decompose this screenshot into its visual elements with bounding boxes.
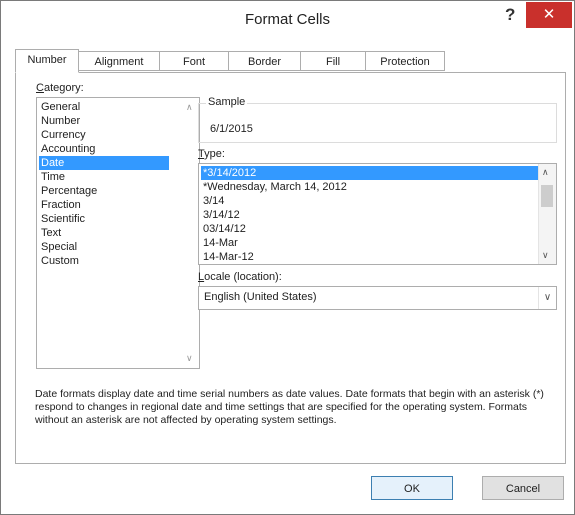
- cancel-button[interactable]: Cancel: [482, 476, 564, 500]
- close-icon: ✕: [542, 6, 556, 23]
- category-item-custom[interactable]: Custom: [39, 254, 169, 268]
- type-item[interactable]: *3/14/2012: [201, 166, 539, 180]
- category-item-scientific[interactable]: Scientific: [39, 212, 169, 226]
- tab-fill[interactable]: Fill: [300, 51, 366, 71]
- category-item-currency[interactable]: Currency: [39, 128, 169, 142]
- category-item-date[interactable]: Date: [39, 156, 169, 170]
- tab-alignment[interactable]: Alignment: [78, 51, 160, 71]
- chevron-down-icon[interactable]: ∨: [538, 287, 556, 309]
- category-item-general[interactable]: General: [39, 100, 169, 114]
- tab-number[interactable]: Number: [15, 49, 79, 73]
- category-item-text[interactable]: Text: [39, 226, 169, 240]
- locale-label: Locale (location):: [198, 271, 282, 283]
- number-tab-panel: Category: General Number Currency Accoun…: [15, 72, 566, 464]
- help-icon[interactable]: ?: [505, 5, 515, 25]
- locale-value: English (United States): [204, 291, 317, 303]
- tab-font[interactable]: Font: [159, 51, 229, 71]
- category-item-accounting[interactable]: Accounting: [39, 142, 169, 156]
- scroll-up-icon[interactable]: ∧: [542, 167, 549, 178]
- type-item[interactable]: 3/14: [201, 194, 539, 208]
- dialog-title: Format Cells: [244, 11, 330, 28]
- type-item[interactable]: 03/14/12: [201, 222, 539, 236]
- category-item-fraction[interactable]: Fraction: [39, 198, 169, 212]
- scroll-down-icon[interactable]: ∨: [186, 353, 193, 364]
- scroll-down-icon[interactable]: ∨: [542, 250, 549, 261]
- scroll-thumb[interactable]: [541, 185, 553, 207]
- locale-select[interactable]: English (United States) ∨: [198, 286, 557, 310]
- scroll-up-icon[interactable]: ∧: [186, 102, 193, 113]
- category-label: Category:: [36, 82, 84, 94]
- category-description: Date formats display date and time seria…: [35, 388, 544, 426]
- category-item-number[interactable]: Number: [39, 114, 169, 128]
- type-item[interactable]: 3/14/12: [201, 208, 539, 222]
- category-item-time[interactable]: Time: [39, 170, 169, 184]
- tab-protection[interactable]: Protection: [365, 51, 445, 71]
- close-button[interactable]: ✕: [526, 2, 572, 28]
- category-scrollbar[interactable]: ∧ ∨: [183, 98, 199, 368]
- type-label: Type:: [198, 148, 225, 160]
- title-bar: Format Cells ? ✕: [1, 1, 574, 39]
- category-item-special[interactable]: Special: [39, 240, 169, 254]
- format-cells-dialog: Format Cells ? ✕ Number Alignment Font B…: [0, 0, 575, 515]
- tab-border[interactable]: Border: [228, 51, 301, 71]
- ok-button[interactable]: OK: [371, 476, 453, 500]
- type-list[interactable]: *3/14/2012 *Wednesday, March 14, 2012 3/…: [198, 163, 557, 265]
- category-list[interactable]: General Number Currency Accounting Date …: [36, 97, 200, 369]
- type-item[interactable]: *Wednesday, March 14, 2012: [201, 180, 539, 194]
- category-item-percentage[interactable]: Percentage: [39, 184, 169, 198]
- type-item[interactable]: 14-Mar: [201, 236, 539, 250]
- sample-label: Sample: [206, 96, 248, 108]
- type-item[interactable]: 14-Mar-12: [201, 250, 539, 262]
- sample-value: 6/1/2015: [210, 123, 253, 135]
- type-scrollbar[interactable]: ∧ ∨: [538, 164, 556, 264]
